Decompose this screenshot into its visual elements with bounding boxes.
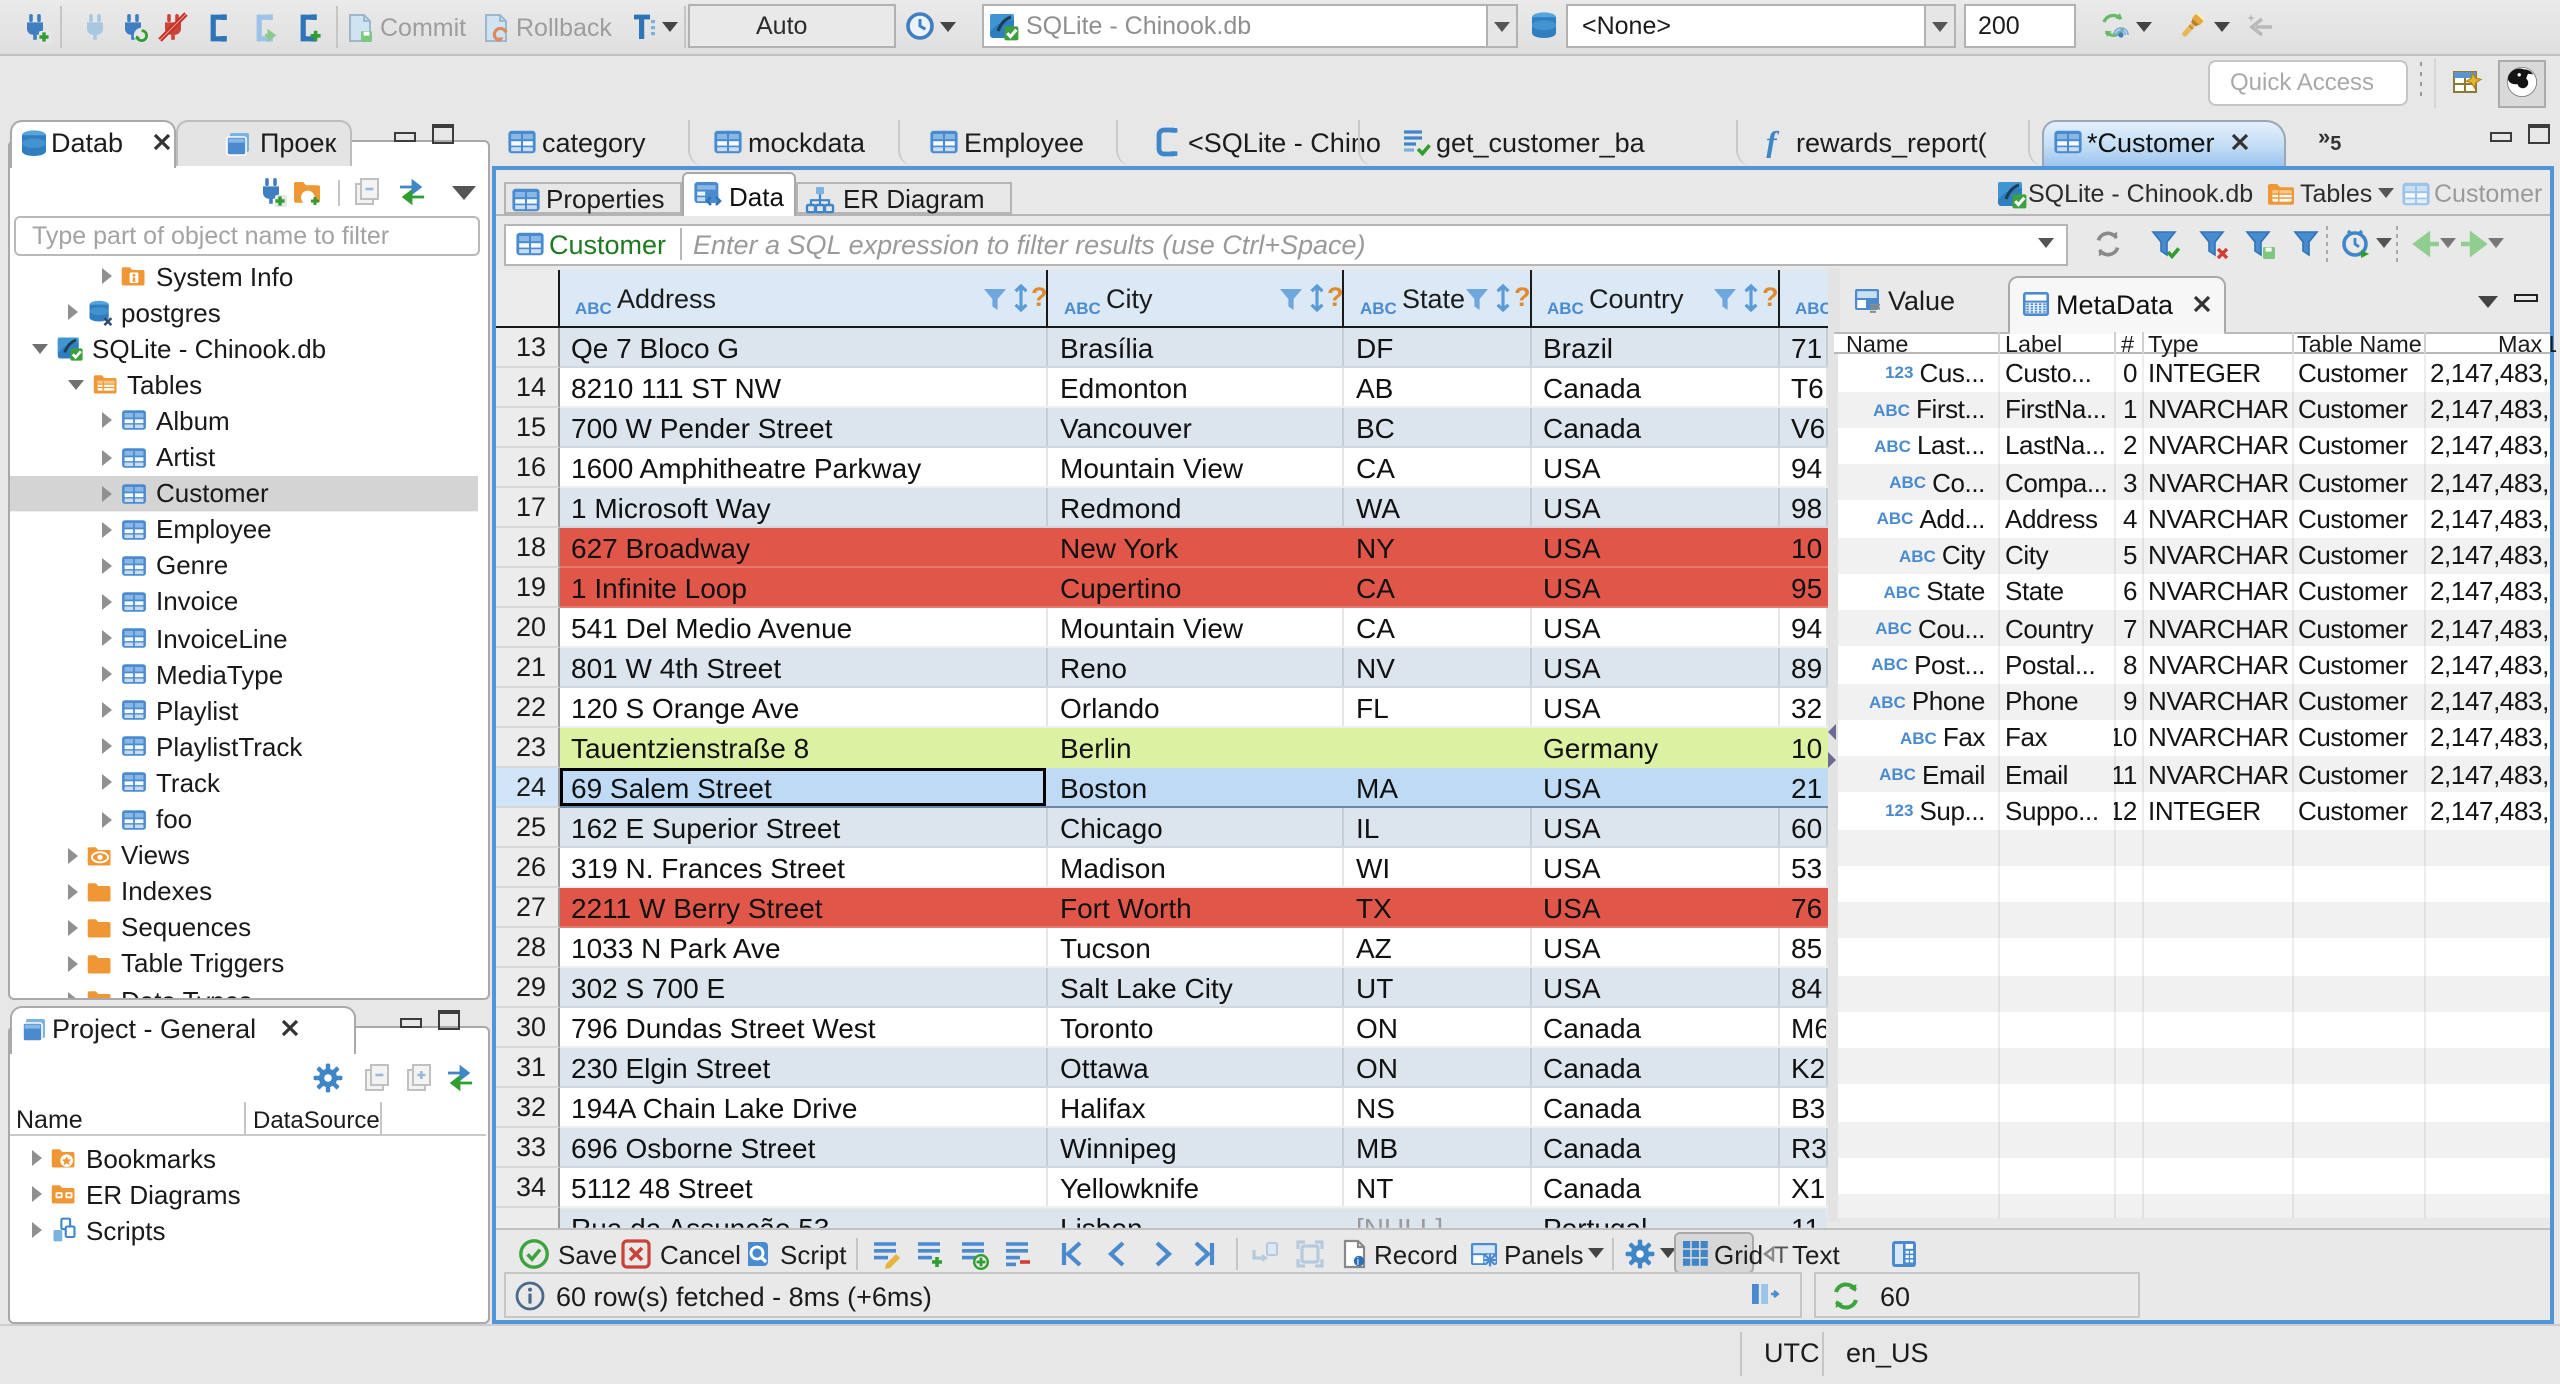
svg-text:f: f [1766,126,1780,158]
svg-text:i: i [1357,1255,1359,1267]
svg-text:T: T [1774,1241,1789,1268]
